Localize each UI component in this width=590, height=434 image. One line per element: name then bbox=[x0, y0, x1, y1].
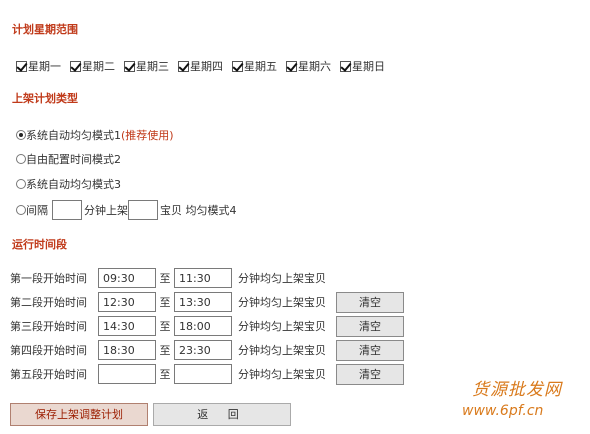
week-range-title: 计划星期范围 bbox=[12, 23, 78, 36]
plan-type-title: 上架计划类型 bbox=[12, 92, 78, 105]
run-time-title: 运行时间段 bbox=[12, 238, 67, 251]
mode-4-option[interactable]: 间隔 分钟上架 宝贝 均匀模式4 bbox=[16, 200, 237, 220]
interval-minutes-input[interactable] bbox=[52, 200, 82, 220]
end-time-input[interactable] bbox=[174, 364, 232, 384]
period-row-5: 第五段开始时间 至 分钟均匀上架宝贝 清空 bbox=[10, 362, 404, 386]
watermark-title: 货源批发网 bbox=[472, 380, 562, 400]
period-row-4: 第四段开始时间 至 分钟均匀上架宝贝 清空 bbox=[10, 338, 404, 362]
weekday-fri[interactable]: 星期五 bbox=[232, 58, 277, 74]
checkbox-checked-icon[interactable] bbox=[124, 60, 135, 72]
watermark-url: www.6pf.cn bbox=[462, 403, 544, 419]
weekday-checkbox-group: 星期一 星期二 星期三 星期四 星期五 星期六 星期日 bbox=[16, 58, 394, 74]
end-time-input[interactable] bbox=[174, 292, 232, 312]
start-time-input[interactable] bbox=[98, 364, 156, 384]
back-button[interactable]: 返 回 bbox=[153, 403, 291, 426]
checkbox-checked-icon[interactable] bbox=[286, 60, 297, 72]
period-list: 第一段开始时间 至 分钟均匀上架宝贝 第二段开始时间 至 分钟均匀上架宝贝 清空… bbox=[10, 266, 404, 386]
clear-button[interactable]: 清空 bbox=[336, 315, 404, 337]
clear-button[interactable]: 清空 bbox=[336, 291, 404, 313]
radio-icon[interactable] bbox=[16, 205, 26, 215]
checkbox-checked-icon[interactable] bbox=[178, 60, 189, 72]
weekday-thu[interactable]: 星期四 bbox=[178, 58, 223, 74]
checkbox-checked-icon[interactable] bbox=[232, 60, 243, 72]
period-row-3: 第三段开始时间 至 分钟均匀上架宝贝 清空 bbox=[10, 314, 404, 338]
checkbox-checked-icon[interactable] bbox=[70, 60, 81, 72]
recommended-hint: (推荐使用) bbox=[121, 129, 174, 142]
mode-3-option[interactable]: 系统自动均匀模式3 bbox=[16, 176, 121, 192]
period-row-1: 第一段开始时间 至 分钟均匀上架宝贝 bbox=[10, 266, 404, 290]
clear-button[interactable]: 清空 bbox=[336, 363, 404, 385]
weekday-tue[interactable]: 星期二 bbox=[70, 58, 115, 74]
start-time-input[interactable] bbox=[98, 268, 156, 288]
start-time-input[interactable] bbox=[98, 316, 156, 336]
weekday-sun[interactable]: 星期日 bbox=[340, 58, 385, 74]
save-plan-button[interactable]: 保存上架调整计划 bbox=[10, 403, 148, 426]
end-time-input[interactable] bbox=[174, 268, 232, 288]
mode-1-option[interactable]: 系统自动均匀模式1 (推荐使用) bbox=[16, 127, 174, 143]
period-row-2: 第二段开始时间 至 分钟均匀上架宝贝 清空 bbox=[10, 290, 404, 314]
radio-icon[interactable] bbox=[16, 179, 26, 189]
mode-2-option[interactable]: 自由配置时间模式2 bbox=[16, 151, 121, 167]
start-time-input[interactable] bbox=[98, 340, 156, 360]
weekday-sat[interactable]: 星期六 bbox=[286, 58, 331, 74]
checkbox-checked-icon[interactable] bbox=[340, 60, 351, 72]
weekday-wed[interactable]: 星期三 bbox=[124, 58, 169, 74]
end-time-input[interactable] bbox=[174, 340, 232, 360]
clear-button[interactable]: 清空 bbox=[336, 339, 404, 361]
end-time-input[interactable] bbox=[174, 316, 232, 336]
weekday-mon[interactable]: 星期一 bbox=[16, 58, 61, 74]
radio-selected-icon[interactable] bbox=[16, 130, 26, 140]
start-time-input[interactable] bbox=[98, 292, 156, 312]
checkbox-checked-icon[interactable] bbox=[16, 60, 27, 72]
items-per-interval-input[interactable] bbox=[128, 200, 158, 220]
radio-icon[interactable] bbox=[16, 154, 26, 164]
